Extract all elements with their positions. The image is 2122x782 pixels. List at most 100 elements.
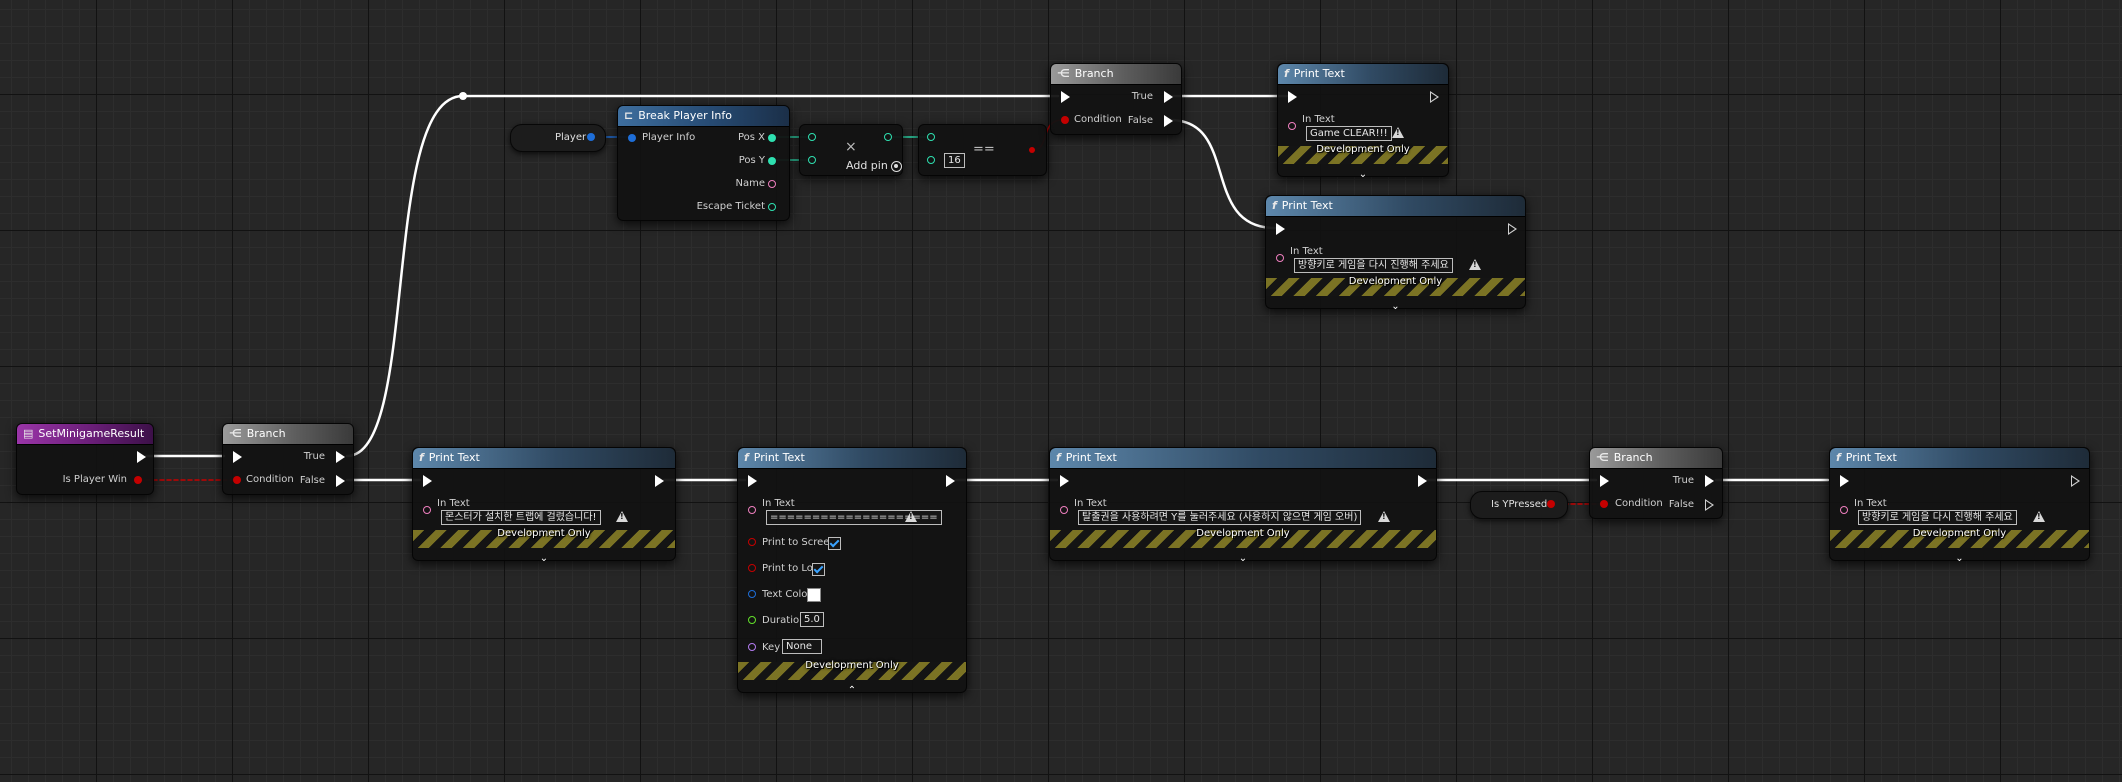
expand-chevron-icon[interactable]: ⌄ bbox=[1391, 301, 1399, 312]
in-text-pin[interactable] bbox=[748, 506, 756, 514]
print-node-title: Print Text bbox=[1293, 67, 1345, 80]
true-exec-pin[interactable] bbox=[336, 451, 345, 463]
player-variable-label: Player bbox=[555, 132, 587, 143]
condition-pin[interactable] bbox=[233, 476, 241, 484]
warning-icon bbox=[2033, 511, 2045, 522]
in-text-field[interactable]: 방향키로 게임을 다시 진행해 주세요 bbox=[1858, 510, 2017, 525]
print-to-screen-checkbox[interactable] bbox=[828, 537, 841, 550]
print-to-log-checkbox[interactable] bbox=[812, 563, 825, 576]
break-struct-icon: ⊏ bbox=[624, 109, 634, 122]
in-text-field[interactable]: 몬스터가 설치한 트랩에 걸렸습니다! bbox=[441, 510, 601, 525]
break-player-info-node[interactable]: ⊏ Break Player Info Player Info Pos X Pos… bbox=[617, 105, 790, 221]
true-label: True bbox=[1672, 475, 1694, 486]
in-text-field[interactable]: Game CLEAR!!! bbox=[1306, 126, 1392, 141]
multiply-in-b-pin[interactable] bbox=[808, 156, 816, 164]
condition-pin[interactable] bbox=[1600, 500, 1608, 508]
warning-icon bbox=[905, 511, 917, 522]
exec-out-pin[interactable] bbox=[655, 475, 664, 487]
print-to-screen-pin[interactable] bbox=[748, 538, 756, 546]
exec-in-pin[interactable] bbox=[233, 451, 242, 463]
exec-out-pin[interactable] bbox=[2071, 475, 2080, 487]
equals-in-b-pin[interactable] bbox=[927, 156, 935, 164]
branch-node-top[interactable]: ⋲ Branch Condition True False bbox=[1050, 63, 1182, 135]
equals-node[interactable]: 16 == bbox=[918, 124, 1047, 176]
branch-node-y-pressed[interactable]: ⋲ Branch Condition True False bbox=[1589, 447, 1723, 519]
key-field[interactable]: None bbox=[782, 639, 822, 654]
text-color-pin[interactable] bbox=[748, 590, 756, 598]
exec-in-pin[interactable] bbox=[1061, 91, 1070, 103]
key-pin[interactable] bbox=[748, 643, 756, 651]
player-variable-node[interactable]: Player bbox=[510, 124, 606, 152]
in-text-pin[interactable] bbox=[1840, 506, 1848, 514]
add-pin-label: Add pin bbox=[846, 159, 888, 172]
pos-y-pin[interactable] bbox=[768, 157, 776, 165]
condition-label: Condition bbox=[246, 474, 294, 485]
text-color-label: Text Color bbox=[762, 589, 812, 600]
collapse-chevron-icon[interactable]: ⌃ bbox=[848, 685, 856, 696]
expand-chevron-icon[interactable]: ⌄ bbox=[1359, 169, 1367, 180]
true-exec-pin[interactable] bbox=[1164, 91, 1173, 103]
condition-pin[interactable] bbox=[1061, 116, 1069, 124]
name-pin[interactable] bbox=[768, 180, 776, 188]
exec-in-pin[interactable] bbox=[1600, 475, 1609, 487]
print-node-header: f Print Text bbox=[1830, 448, 2089, 469]
exec-out-pin[interactable] bbox=[1430, 91, 1439, 103]
exec-out-pin[interactable] bbox=[1418, 475, 1427, 487]
is-player-win-pin[interactable] bbox=[134, 476, 142, 484]
player-variable-pin[interactable] bbox=[587, 133, 595, 141]
multiply-out-pin[interactable] bbox=[884, 133, 892, 141]
event-node-set-minigame-result[interactable]: ▤ SetMinigameResult Is Player Win bbox=[16, 423, 154, 495]
is-y-pressed-variable-node[interactable]: Is YPressed bbox=[1470, 491, 1568, 519]
exec-in-pin[interactable] bbox=[1060, 475, 1069, 487]
in-text-pin[interactable] bbox=[1288, 122, 1296, 130]
in-text-field[interactable]: 탈출권을 사용하려면 Y를 눌러주세요 (사용하지 않으면 게임 오버) bbox=[1078, 510, 1362, 525]
print-text-node-clear[interactable]: f Print Text In Text Game CLEAR!!! Develo… bbox=[1277, 63, 1449, 180]
multiply-node[interactable]: × Add pin bbox=[799, 124, 903, 176]
expand-chevron-icon[interactable]: ⌄ bbox=[540, 553, 548, 564]
is-y-pressed-pin[interactable] bbox=[1547, 500, 1555, 508]
print-text-node-escape[interactable]: f Print Text In Text 탈출권을 사용하려면 Y를 눌러주세요 … bbox=[1049, 447, 1437, 564]
exec-in-pin[interactable] bbox=[1276, 223, 1285, 235]
text-color-swatch[interactable] bbox=[807, 588, 821, 602]
pos-x-pin[interactable] bbox=[768, 134, 776, 142]
in-text-pin[interactable] bbox=[1276, 254, 1284, 262]
print-node-title: Print Text bbox=[428, 451, 480, 464]
expand-chevron-icon[interactable]: ⌄ bbox=[1239, 553, 1247, 564]
false-exec-pin[interactable] bbox=[1164, 115, 1173, 127]
exec-out-pin[interactable] bbox=[137, 451, 146, 463]
print-text-node-retry-bottom[interactable]: f Print Text In Text 방향키로 게임을 다시 진행해 주세요 … bbox=[1829, 447, 2090, 564]
exec-out-pin[interactable] bbox=[1508, 223, 1517, 235]
print-text-node-separator[interactable]: f Print Text In Text ====================… bbox=[737, 447, 967, 696]
print-to-log-pin[interactable] bbox=[748, 564, 756, 572]
duration-field[interactable]: 5.0 bbox=[800, 612, 824, 627]
in-text-pin[interactable] bbox=[1060, 506, 1068, 514]
in-text-pin[interactable] bbox=[423, 506, 431, 514]
false-exec-pin[interactable] bbox=[1705, 499, 1714, 511]
exec-in-pin[interactable] bbox=[423, 475, 432, 487]
true-label: True bbox=[1131, 91, 1153, 102]
add-pin-button[interactable]: Add pin bbox=[846, 159, 902, 172]
equals-value-field[interactable]: 16 bbox=[944, 153, 965, 168]
exec-in-pin[interactable] bbox=[748, 475, 757, 487]
print-node-header: f Print Text bbox=[1050, 448, 1436, 469]
print-text-node-retry-top[interactable]: f Print Text In Text 방향키로 게임을 다시 진행해 주세요 … bbox=[1265, 195, 1526, 312]
expand-chevron-icon[interactable]: ⌄ bbox=[1955, 553, 1963, 564]
branch-icon: ⋲ bbox=[1057, 67, 1070, 80]
escape-ticket-pin[interactable] bbox=[768, 203, 776, 211]
in-text-field[interactable]: 방향키로 게임을 다시 진행해 주세요 bbox=[1294, 258, 1453, 273]
equals-in-a-pin[interactable] bbox=[927, 133, 935, 141]
equals-out-pin[interactable] bbox=[1029, 147, 1035, 153]
exec-in-pin[interactable] bbox=[1288, 91, 1297, 103]
false-exec-pin[interactable] bbox=[336, 475, 345, 487]
player-info-label: Player Info bbox=[642, 132, 696, 143]
true-exec-pin[interactable] bbox=[1705, 475, 1714, 487]
branch-node-main[interactable]: ⋲ Branch Condition True False bbox=[222, 423, 354, 495]
print-text-node-trap[interactable]: f Print Text In Text 몬스터가 설치한 트랩에 걸렸습니다! … bbox=[412, 447, 676, 564]
is-y-pressed-label: Is YPressed bbox=[1491, 499, 1548, 510]
duration-pin[interactable] bbox=[748, 616, 756, 624]
player-info-in-pin[interactable] bbox=[628, 134, 636, 142]
exec-out-pin[interactable] bbox=[946, 475, 955, 487]
multiply-in-a-pin[interactable] bbox=[808, 133, 816, 141]
exec-in-pin[interactable] bbox=[1840, 475, 1849, 487]
warning-icon bbox=[616, 511, 628, 522]
